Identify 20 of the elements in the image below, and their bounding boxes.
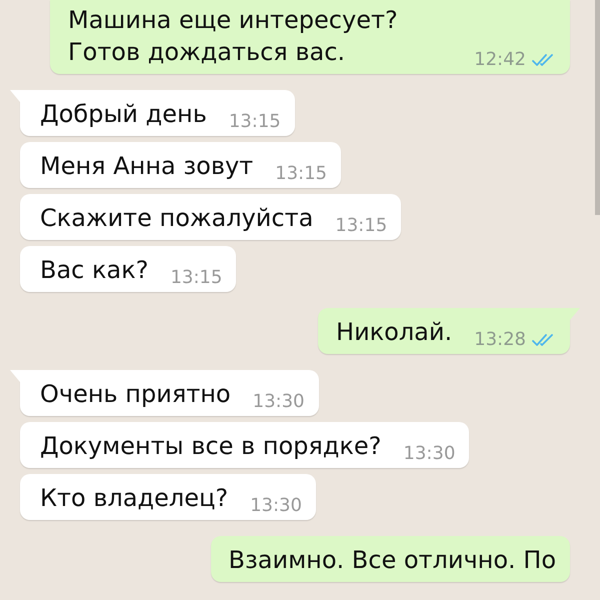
message-text: Машина еще интересует? Готов дождаться вас. — [68, 5, 399, 68]
message-time: 13:15 — [228, 112, 281, 132]
message-text: Кто владелец? — [40, 483, 228, 514]
message-time: 13:30 — [250, 496, 302, 516]
message-text: Меня Анна зовут — [40, 151, 254, 182]
scrollbar[interactable] — [595, 0, 600, 215]
message-text: Очень приятно — [40, 379, 231, 410]
message-time: 13:15 — [275, 164, 328, 184]
message-time: 13:30 — [403, 444, 456, 464]
message-text: Добрый день — [40, 99, 207, 130]
message-text: Николай. — [336, 317, 452, 348]
message-time: 13:15 — [170, 268, 222, 288]
message-text: Вас как? — [40, 255, 148, 286]
message-text: Скажите пожалуйста — [40, 203, 314, 234]
message-time: 12:42 — [474, 50, 526, 70]
message-time: 13:15 — [335, 216, 388, 236]
message-time: 13:28 — [474, 330, 526, 350]
message-text: Взаимно. Все отлично. По — [228, 545, 556, 576]
message-time: 13:30 — [252, 392, 304, 412]
message-text: Документы все в порядке? — [40, 431, 382, 462]
